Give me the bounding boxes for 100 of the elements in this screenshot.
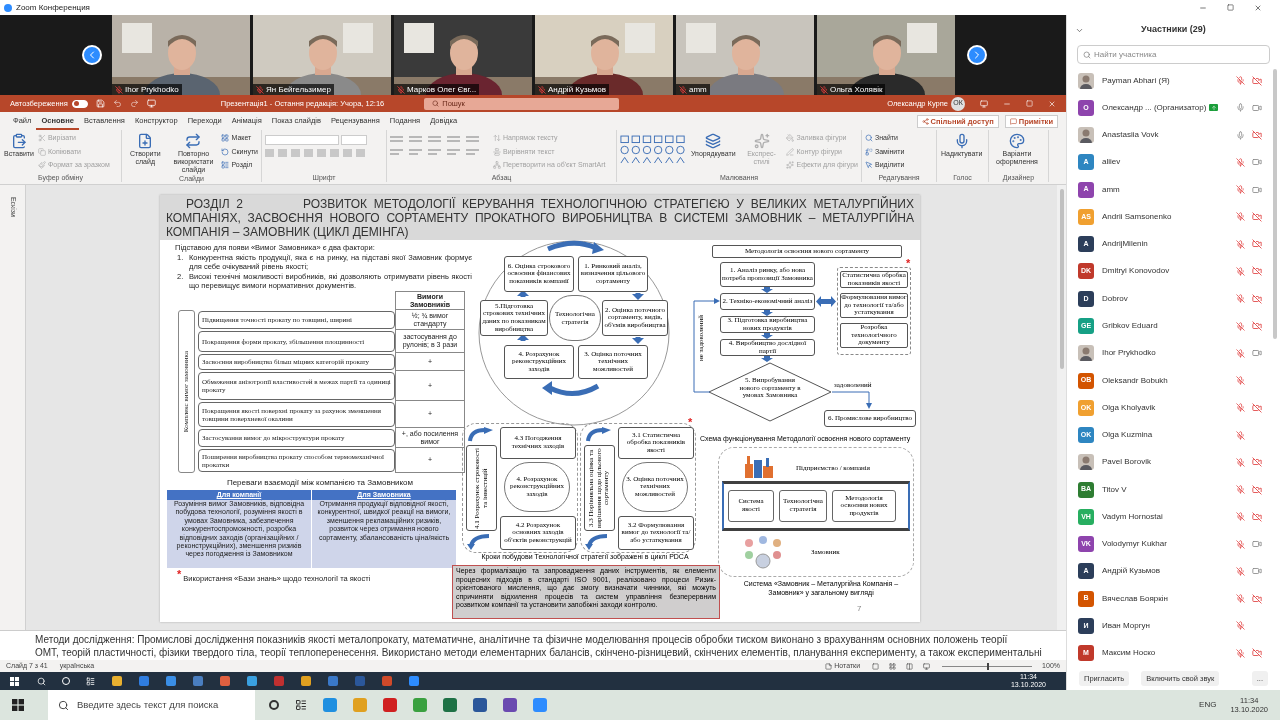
- muted-mic-icon[interactable]: [1236, 485, 1245, 495]
- curved-arrow-icon: [585, 427, 611, 443]
- video-off-icon[interactable]: [1252, 293, 1262, 304]
- video-off-icon[interactable]: [1252, 593, 1262, 604]
- task-view-icon[interactable]: [86, 676, 95, 686]
- ribbon-display-icon[interactable]: [980, 99, 988, 108]
- muted-mic-icon[interactable]: [1236, 294, 1245, 304]
- participant-name: Марков Олег Євг...: [407, 83, 477, 95]
- participant-name: amm: [689, 83, 707, 95]
- taskbar-app-icon[interactable]: [193, 676, 203, 686]
- undo-icon[interactable]: [112, 99, 122, 108]
- muted-mic-icon[interactable]: [1236, 648, 1245, 658]
- video-icon[interactable]: [1252, 539, 1262, 550]
- muted-mic-icon[interactable]: [1236, 539, 1245, 549]
- notes-icon: [825, 662, 833, 670]
- taskbar-app-icon[interactable]: [382, 676, 392, 686]
- muted-mic-icon[interactable]: [1236, 403, 1245, 413]
- scrollbar[interactable]: [1057, 185, 1066, 630]
- taskbar-app-icon[interactable]: [274, 676, 284, 686]
- muted-mic-icon[interactable]: [1236, 321, 1245, 331]
- mic-icon[interactable]: [1236, 130, 1245, 140]
- maximize-icon[interactable]: [1227, 4, 1234, 11]
- video-off-icon[interactable]: [1252, 211, 1262, 222]
- video-off-icon[interactable]: [1252, 511, 1262, 522]
- task-view-icon[interactable]: [295, 699, 307, 711]
- taskbar-search-field[interactable]: Введите здесь текст для поиска: [48, 690, 255, 720]
- taskbar-app-icon[interactable]: [503, 698, 517, 712]
- slide-title: РОЗДІЛ 2 РОЗВИТОК МЕТОДОЛОГІЇ КЕРУВАННЯ ТЕХНОЛОГІЧНОЮ СТРАТЕГІЄЮ У ВЕЛИКИХ МЕТАЛУРГІЙНИХ КОМПАНІЯХ, ЗАСВОЄННЯ НОВОГО СОРТАМЕНТУ ПРОКАТНОГО ВИРОБНИЦТВА В СИСТЕМІ ЗАМОВНИК – МЕТАЛУРГІЙНА КОМПАНІЯ – ЗАМОВНИК (ЦИКЛ ДЕМІНГА): [160, 195, 920, 240]
- video-off-icon[interactable]: [1252, 484, 1262, 495]
- muted-mic-icon[interactable]: [1236, 267, 1245, 276]
- effects-icon: [786, 161, 795, 170]
- video-off-icon[interactable]: [1252, 321, 1262, 331]
- muted-mic-icon[interactable]: [1236, 239, 1245, 249]
- video-off-icon[interactable]: [1252, 266, 1262, 277]
- taskbar-app-icon[interactable]: [112, 676, 122, 686]
- search-icon: [865, 134, 873, 143]
- video-off-icon[interactable]: [1252, 75, 1262, 86]
- taskbar-app-icon[interactable]: [247, 676, 257, 686]
- windows-logo-icon[interactable]: [10, 676, 19, 686]
- video-off-icon[interactable]: [1252, 402, 1262, 413]
- participant-row[interactable]: Ihor Prykhodko: [1067, 339, 1280, 367]
- muted-mic-icon[interactable]: [1236, 457, 1245, 467]
- page-number: 7: [857, 603, 862, 615]
- save-icon[interactable]: [95, 99, 105, 108]
- participant-row[interactable]: Pavel Borovik: [1067, 448, 1280, 476]
- taskbar-app-icon[interactable]: [166, 676, 176, 686]
- autosave-toggle[interactable]: [71, 99, 88, 108]
- muted-mic-icon[interactable]: [1236, 512, 1245, 522]
- taskbar-app-icon[interactable]: [328, 676, 338, 686]
- font-name-field[interactable]: [265, 135, 339, 145]
- taskbar-app-icon[interactable]: [473, 698, 487, 712]
- language-indicator[interactable]: ENG: [1199, 699, 1217, 711]
- video-icon[interactable]: [1252, 348, 1262, 359]
- next-page-button[interactable]: [967, 45, 987, 65]
- muted-mic-icon[interactable]: [1236, 76, 1245, 86]
- taskbar-app-icon[interactable]: [443, 698, 457, 712]
- font-size-field[interactable]: [341, 135, 367, 145]
- cortana-icon[interactable]: [269, 700, 279, 710]
- video-icon[interactable]: [1252, 102, 1262, 113]
- redo-icon[interactable]: [129, 99, 139, 108]
- muted-mic-icon[interactable]: [1236, 594, 1245, 604]
- reading-view-icon[interactable]: [906, 662, 914, 670]
- windows-logo-icon[interactable]: [12, 699, 24, 711]
- participant-row[interactable]: Anastasiia Vovk: [1067, 121, 1280, 149]
- video-off-icon[interactable]: [1252, 648, 1262, 659]
- search-icon[interactable]: [37, 676, 46, 686]
- muted-mic-icon[interactable]: [1236, 348, 1245, 358]
- taskbar-app-icon[interactable]: [409, 676, 419, 686]
- slideshow-icon[interactable]: [923, 662, 931, 670]
- video-icon[interactable]: [1252, 184, 1262, 195]
- mic-icon[interactable]: [1236, 103, 1245, 113]
- zoom-slider-thumb[interactable]: [987, 662, 990, 670]
- participant-row[interactable]: Payman Abhari (Я): [1067, 67, 1280, 95]
- share-icon: [921, 118, 929, 125]
- sorter-view-icon[interactable]: [889, 662, 897, 670]
- muted-mic-icon[interactable]: [1236, 376, 1245, 386]
- avatar: [1078, 345, 1094, 362]
- close-icon[interactable]: [1254, 3, 1262, 12]
- muted-mic-icon[interactable]: [1236, 185, 1245, 195]
- taskbar-app-icon[interactable]: [383, 698, 397, 712]
- muted-mic-icon[interactable]: [1236, 157, 1245, 167]
- muted-mic-icon[interactable]: [1236, 621, 1245, 631]
- video-icon[interactable]: [1252, 157, 1262, 168]
- muted-mic-icon[interactable]: [1236, 430, 1245, 440]
- video-icon[interactable]: [1252, 566, 1262, 577]
- taskbar-app-icon[interactable]: [301, 676, 311, 686]
- previous-page-button[interactable]: [82, 45, 102, 65]
- video-off-icon[interactable]: [1252, 130, 1262, 141]
- taskbar-app-icon[interactable]: [139, 676, 149, 686]
- normal-view-icon[interactable]: [872, 662, 880, 670]
- muted-mic-icon[interactable]: [1236, 566, 1245, 576]
- scrollbar[interactable]: [1273, 69, 1277, 339]
- presentation-icon[interactable]: [146, 99, 156, 108]
- participant-name: AndrijMilenin: [1102, 238, 1148, 251]
- muted-mic-icon[interactable]: [1236, 212, 1245, 222]
- search-field[interactable]: Найти участника: [1077, 45, 1270, 64]
- taskbar-app-icon[interactable]: [220, 676, 230, 686]
- close-icon[interactable]: [1048, 99, 1056, 108]
- video-off-icon[interactable]: [1252, 457, 1262, 468]
- video-off-icon[interactable]: [1252, 239, 1262, 250]
